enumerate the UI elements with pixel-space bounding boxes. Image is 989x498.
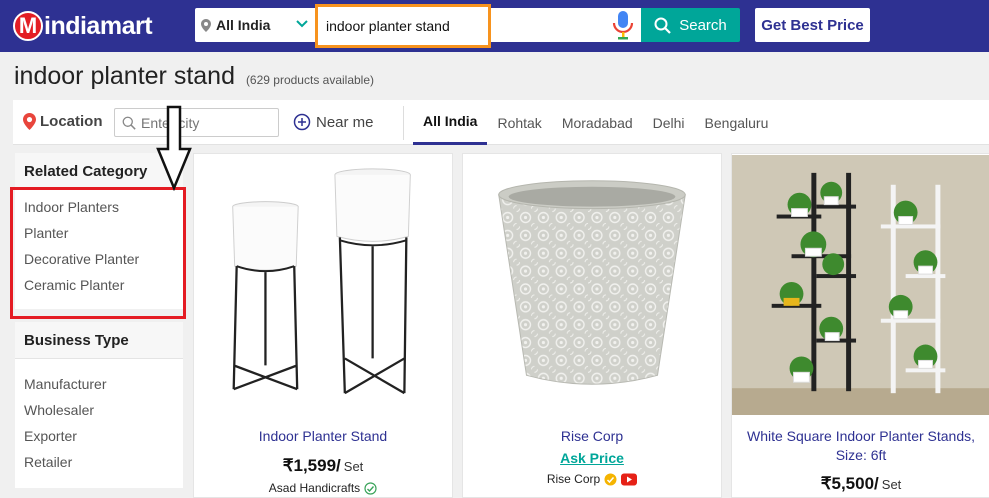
product-card-2[interactable]: Rise Corp Ask Price Rise Corp (462, 153, 722, 498)
price-unit: Set (343, 459, 364, 474)
product-image-planter-stand[interactable] (194, 154, 452, 416)
location-filter-label: Location (40, 113, 103, 130)
page-title-text: indoor planter stand (14, 62, 235, 90)
search-icon (122, 116, 136, 130)
seller-name-text: Rise Corp (546, 472, 601, 486)
header-bar: M indiamart All India Search Get Best Pr… (0, 0, 989, 52)
product-card-3[interactable]: White Square Indoor Planter Stands, Size… (731, 153, 989, 498)
location-pin-icon (201, 18, 211, 32)
search-box-highlight[interactable] (315, 4, 491, 48)
location-pin-icon (23, 113, 36, 130)
city-tab-moradabad[interactable]: Moradabad (552, 100, 643, 145)
business-type-retailer[interactable]: Retailer (15, 449, 183, 475)
product-name-link[interactable]: Rise Corp (463, 427, 721, 446)
product-count: (629 products available) (245, 73, 375, 87)
search-icon (654, 17, 672, 34)
price-value: ₹1,599/ (282, 456, 341, 475)
chevron-down-icon[interactable] (295, 17, 309, 31)
near-me-icon (293, 113, 311, 131)
youtube-icon[interactable] (621, 473, 638, 486)
price-unit: Set (881, 477, 902, 492)
city-tab-rohtak[interactable]: Rohtak (487, 100, 551, 145)
logo-mark: M (13, 11, 43, 41)
product-name-link[interactable]: White Square Indoor Planter Stands, Size… (732, 427, 989, 465)
search-button[interactable]: Search (641, 8, 740, 42)
verified-icon (604, 473, 617, 485)
price-value: ₹5,500/ (820, 474, 879, 493)
indiamart-logo[interactable]: M indiamart (13, 6, 153, 46)
city-tab-all-india[interactable]: All India (413, 100, 488, 145)
city-search-field[interactable] (114, 108, 279, 137)
location-dropdown-value: All India (216, 17, 271, 33)
business-type-heading: Business Type (15, 322, 183, 359)
ask-price-link[interactable]: Ask Price (463, 450, 721, 466)
logo-text: indiamart (44, 11, 153, 40)
city-tab-bengaluru[interactable]: Bengaluru (695, 100, 779, 145)
seller-name[interactable]: Rise Corp (463, 472, 721, 486)
business-type-exporter[interactable]: Exporter (15, 423, 183, 449)
location-filter: Location (23, 113, 103, 130)
down-arrow-annotation (156, 105, 192, 191)
seller-name[interactable]: Asad Handicrafts (194, 481, 452, 495)
business-type-panel: Business Type Manufacturer Wholesaler Ex… (15, 322, 183, 488)
get-best-price-button[interactable]: Get Best Price (755, 8, 870, 42)
page-title: indoor planter stand (629 products avail… (14, 62, 374, 91)
business-type-wholesaler[interactable]: Wholesaler (15, 397, 183, 423)
business-type-manufacturer[interactable]: Manufacturer (15, 371, 183, 397)
verified-icon (364, 481, 377, 495)
mic-icon[interactable] (612, 10, 634, 40)
product-card-1[interactable]: Indoor Planter Stand ₹1,599/Set Asad Han… (193, 153, 453, 498)
product-image-white-planter-stands[interactable] (732, 154, 989, 416)
search-input[interactable] (318, 7, 488, 45)
product-price: ₹1,599/Set (194, 456, 452, 476)
product-image-ceramic-pot[interactable] (463, 154, 721, 416)
location-dropdown[interactable]: All India (195, 8, 315, 42)
annotation-highlight-box (10, 187, 186, 319)
city-tabs: All India Rohtak Moradabad Delhi Bengalu… (413, 100, 778, 145)
product-price: ₹5,500/Set (732, 474, 989, 494)
filter-divider (403, 106, 404, 140)
seller-name-text: Asad Handicrafts (268, 481, 361, 495)
search-button-label: Search (679, 16, 727, 34)
business-type-list: Manufacturer Wholesaler Exporter Retaile… (15, 359, 183, 475)
near-me-button[interactable]: Near me (293, 113, 374, 131)
near-me-label: Near me (316, 113, 374, 131)
city-tab-delhi[interactable]: Delhi (643, 100, 695, 145)
product-name-link[interactable]: Indoor Planter Stand (194, 427, 452, 446)
